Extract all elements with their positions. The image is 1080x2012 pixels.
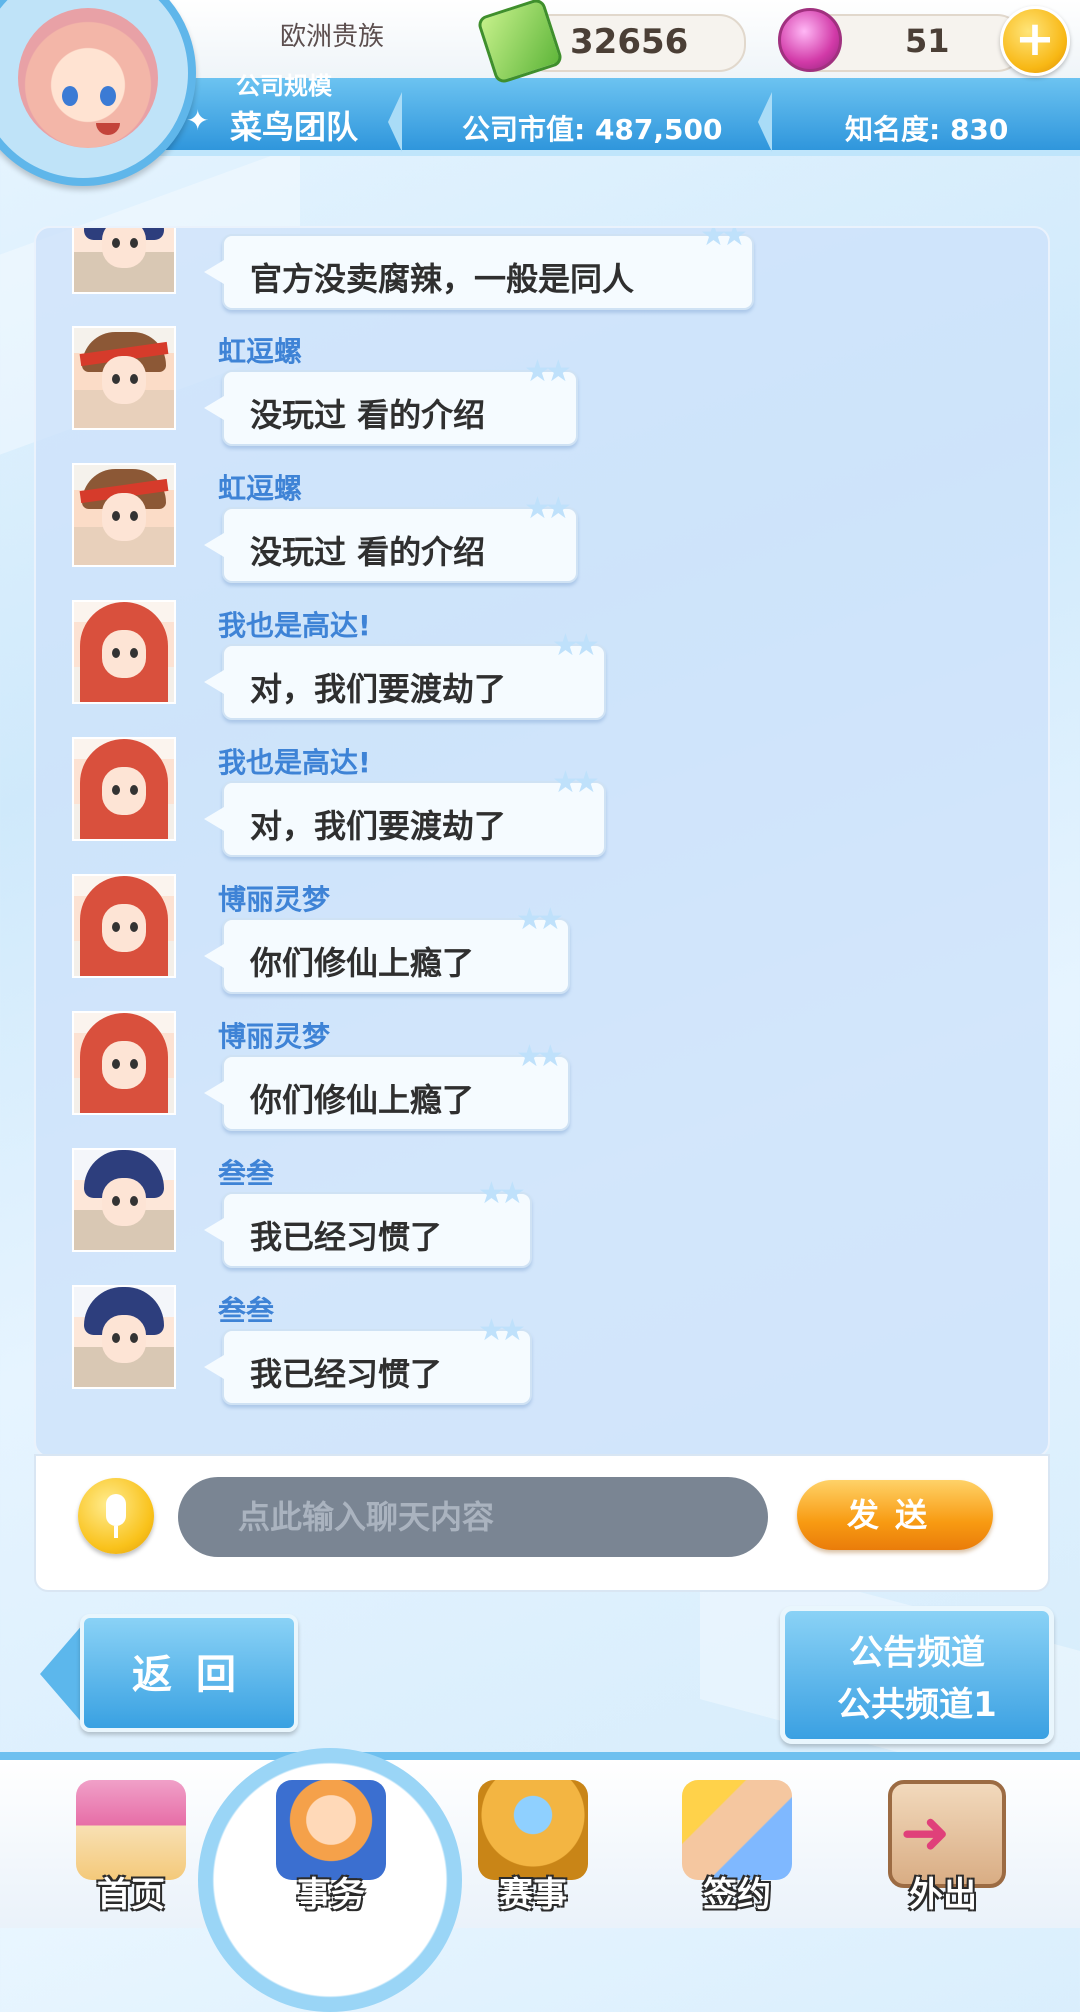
chat-message: 我也是高达! 对，我们要渡劫了 ★★ xyxy=(72,600,852,734)
avatar-eye xyxy=(100,86,116,106)
nav-label: 赛事 xyxy=(499,1875,567,1915)
star-decoration-icon: ★★ xyxy=(700,226,748,253)
nav-item-contract[interactable]: 签约 xyxy=(662,1770,812,1920)
money-value: 32656 xyxy=(570,22,689,62)
chat-message: 我也是高达! 对，我们要渡劫了 ★★ xyxy=(72,737,852,871)
team-icon: ✦ xyxy=(186,104,210,137)
message-bubble: 对，我们要渡劫了 ★★ xyxy=(204,628,606,720)
message-bubble: 你们修仙上瘾了 ★★ xyxy=(204,902,570,994)
sender-name: 叁叁 xyxy=(218,1157,275,1190)
chat-message-list[interactable]: 叁叁 官方没卖腐辣，一般是同人 ★★ 虹逗螺 没玩过 看的介绍 ★★ 虹逗螺 没… xyxy=(34,226,1050,1458)
top-hud: 欧洲贵族 32656 51 + 公司规模 ✦ 菜鸟团队 公司市值: 487,50… xyxy=(0,0,1080,186)
player-title: 欧洲贵族 xyxy=(280,22,385,52)
star-decoration-icon: ★★ xyxy=(516,1039,564,1074)
nav-item-affairs[interactable]: 事务 xyxy=(256,1770,406,1920)
sender-name: 虹逗螺 xyxy=(218,472,303,505)
star-decoration-icon: ★★ xyxy=(524,491,572,526)
avatar[interactable] xyxy=(72,228,176,294)
message-bubble: 没玩过 看的介绍 ★★ xyxy=(204,491,578,583)
gem-value: 51 xyxy=(905,22,950,60)
star-decoration-icon: ★★ xyxy=(478,1176,526,1211)
nav-label: 外出 xyxy=(909,1875,977,1915)
channel-switch-button[interactable]: 公告频道 公共频道1 xyxy=(780,1606,1054,1744)
channel-label-public: 公共频道1 xyxy=(837,1685,997,1725)
chat-message: 叁叁 官方没卖腐辣，一般是同人 ★★ xyxy=(72,228,852,324)
sender-name: 我也是高达! xyxy=(218,746,371,779)
message-bubble: 官方没卖腐辣，一般是同人 ★★ xyxy=(204,228,754,310)
avatar[interactable] xyxy=(72,600,176,704)
avatar[interactable] xyxy=(72,1148,176,1252)
message-bubble: 我已经习惯了 ★★ xyxy=(204,1176,532,1268)
sender-name: 博丽灵梦 xyxy=(218,883,331,916)
back-button[interactable]: 返回 xyxy=(40,1608,298,1732)
nav-item-home[interactable]: 首页 xyxy=(56,1770,206,1920)
fame-value: 知名度: 830 xyxy=(845,113,1009,146)
nav-label: 签约 xyxy=(703,1875,771,1915)
star-decoration-icon: ★★ xyxy=(552,628,600,663)
star-decoration-icon: ★★ xyxy=(524,354,572,389)
player-avatar-face xyxy=(18,8,158,148)
star-decoration-icon: ★★ xyxy=(478,1313,526,1348)
divider xyxy=(388,92,402,152)
chat-message: 叁叁 我已经习惯了 ★★ xyxy=(72,1285,852,1419)
avatar[interactable] xyxy=(72,326,176,430)
avatar-eye xyxy=(62,86,78,106)
avatar[interactable] xyxy=(72,874,176,978)
message-text: 对，我们要渡劫了 xyxy=(250,807,507,845)
send-button[interactable]: 发送 xyxy=(797,1480,993,1550)
avatar[interactable] xyxy=(72,463,176,567)
sender-name: 叁叁 xyxy=(218,1294,275,1327)
nav-label: 首页 xyxy=(97,1875,165,1915)
back-button-label: 返回 xyxy=(132,1652,260,1698)
microphone-icon xyxy=(106,1494,126,1526)
chat-message: 博丽灵梦 你们修仙上瘾了 ★★ xyxy=(72,874,852,1008)
voice-input-button[interactable] xyxy=(78,1478,154,1554)
message-text: 没玩过 看的介绍 xyxy=(250,396,486,434)
message-text: 对，我们要渡劫了 xyxy=(250,670,507,708)
message-bubble: 没玩过 看的介绍 ★★ xyxy=(204,354,578,446)
chat-message: 叁叁 我已经习惯了 ★★ xyxy=(72,1148,852,1282)
divider xyxy=(758,92,772,152)
star-decoration-icon: ★★ xyxy=(516,902,564,937)
player-avatar[interactable] xyxy=(0,0,196,186)
chat-input[interactable] xyxy=(178,1477,768,1557)
trophy-icon xyxy=(478,1780,588,1880)
message-text: 你们修仙上瘾了 xyxy=(250,1081,475,1119)
company-scale-value: 菜鸟团队 xyxy=(230,108,359,146)
sender-name: 博丽灵梦 xyxy=(218,1020,331,1053)
message-text: 你们修仙上瘾了 xyxy=(250,944,475,982)
star-decoration-icon: ★★ xyxy=(552,765,600,800)
avatar[interactable] xyxy=(72,737,176,841)
channel-label-announcement: 公告频道 xyxy=(849,1633,985,1673)
affairs-icon xyxy=(276,1780,386,1880)
avatar-mouth xyxy=(96,123,120,135)
sender-name: 虹逗螺 xyxy=(218,335,303,368)
sender-name: 我也是高达! xyxy=(218,609,371,642)
message-bubble: 对，我们要渡劫了 ★★ xyxy=(204,765,606,857)
gem-icon xyxy=(778,8,842,72)
nav-item-outing[interactable]: 外出 xyxy=(868,1770,1018,1920)
home-icon xyxy=(76,1780,186,1880)
message-text: 官方没卖腐辣，一般是同人 xyxy=(250,260,635,298)
message-bubble: 我已经习惯了 ★★ xyxy=(204,1313,532,1405)
avatar[interactable] xyxy=(72,1285,176,1389)
microphone-stem xyxy=(114,1526,118,1538)
add-gems-button[interactable]: + xyxy=(1000,6,1070,76)
message-bubble: 你们修仙上瘾了 ★★ xyxy=(204,1039,570,1131)
chat-message: 虹逗螺 没玩过 看的介绍 ★★ xyxy=(72,463,852,597)
nav-label: 事务 xyxy=(297,1875,365,1915)
message-text: 我已经习惯了 xyxy=(250,1218,443,1256)
message-text: 没玩过 看的介绍 xyxy=(250,533,486,571)
message-text: 我已经习惯了 xyxy=(250,1355,443,1393)
contract-icon xyxy=(682,1780,792,1880)
company-scale-label: 公司规模 xyxy=(236,72,332,100)
chat-message: 博丽灵梦 你们修仙上瘾了 ★★ xyxy=(72,1011,852,1145)
market-value: 公司市值: 487,500 xyxy=(462,113,723,146)
nav-item-events[interactable]: 赛事 xyxy=(458,1770,608,1920)
avatar[interactable] xyxy=(72,1011,176,1115)
sender-name: 叁叁 xyxy=(218,228,274,234)
chat-message: 虹逗螺 没玩过 看的介绍 ★★ xyxy=(72,326,852,460)
